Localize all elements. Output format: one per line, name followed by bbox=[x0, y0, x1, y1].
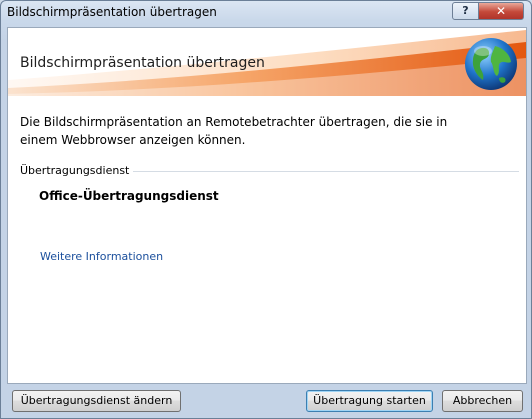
title-bar[interactable]: Bildschirmpräsentation übertragen ? ✕ bbox=[1, 1, 531, 23]
start-broadcast-button[interactable]: Übertragung starten bbox=[306, 390, 433, 412]
service-name: Office-Übertragungsdienst bbox=[39, 189, 219, 203]
dialog-window: Bildschirmpräsentation übertragen ? ✕ Bi… bbox=[0, 0, 532, 419]
globe-icon bbox=[465, 38, 517, 90]
window-title: Bildschirmpräsentation übertragen bbox=[7, 5, 217, 19]
help-button[interactable]: ? bbox=[452, 2, 479, 20]
dialog-content: Bildschirmpräsentation übertragen Die Bi… bbox=[7, 27, 527, 384]
more-info-link[interactable]: Weitere Informationen bbox=[40, 250, 163, 263]
description-text: Die Bildschirmpräsentation an Remotebetr… bbox=[20, 115, 448, 147]
cancel-button[interactable]: Abbrechen bbox=[442, 390, 523, 412]
section-divider bbox=[133, 171, 519, 172]
section-label: Übertragungsdienst bbox=[20, 164, 130, 177]
change-service-button[interactable]: Übertragungsdienst ändern bbox=[12, 390, 181, 412]
close-button[interactable]: ✕ bbox=[478, 2, 524, 20]
banner-title: Bildschirmpräsentation übertragen bbox=[20, 55, 265, 71]
header-banner: Bildschirmpräsentation übertragen bbox=[8, 28, 526, 96]
